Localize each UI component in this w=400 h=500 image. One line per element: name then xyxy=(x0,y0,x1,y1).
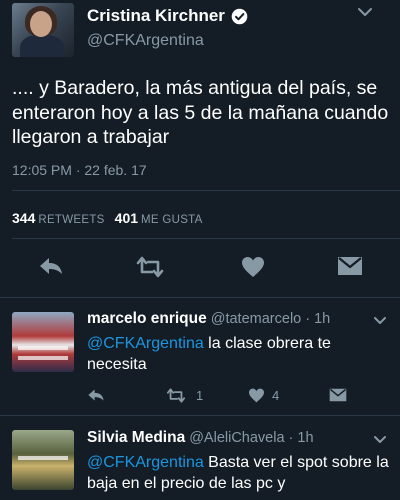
reply-author-handle[interactable]: @AleliChavela xyxy=(189,430,284,446)
author-handle[interactable]: @CFKArgentina xyxy=(87,32,204,50)
reply-author-handle[interactable]: @tatemarcelo xyxy=(211,311,301,327)
reply-author-name[interactable]: marcelo enrique xyxy=(87,310,207,327)
reply-icon[interactable] xyxy=(87,388,105,402)
chevron-down-icon[interactable] xyxy=(357,6,373,18)
main-tweet: Cristina Kirchner @CFKArgentina .... y B… xyxy=(0,0,400,297)
direct-message-icon[interactable] xyxy=(329,388,347,402)
chevron-down-icon[interactable] xyxy=(373,435,387,445)
retweets-label[interactable]: RETWEETS xyxy=(38,214,104,226)
tweet-stats: 344 RETWEETS 401 ME GUSTA xyxy=(12,210,203,226)
chevron-down-icon[interactable] xyxy=(373,316,387,326)
reply-like-count: 4 xyxy=(272,388,280,403)
heart-icon[interactable] xyxy=(241,256,265,278)
reply-tweet[interactable]: marcelo enrique @tatemarcelo · 1h @CFKArge… xyxy=(0,297,400,415)
reply-text: @CFKArgentina Basta ver el spot sobre la… xyxy=(87,452,392,494)
retweet-icon[interactable] xyxy=(135,256,165,278)
reply-time: · 1h xyxy=(305,311,331,327)
author-name[interactable]: Cristina Kirchner xyxy=(87,6,225,26)
direct-message-icon[interactable] xyxy=(337,256,363,276)
verified-badge-icon xyxy=(231,8,248,24)
heart-icon[interactable] xyxy=(248,388,265,403)
reply-author-name[interactable]: Silvia Medina xyxy=(87,429,185,446)
reply-tweet[interactable]: Silvia Medina @AleliChavela · 1h @CFKArgen… xyxy=(0,415,400,500)
author-avatar[interactable] xyxy=(12,3,74,57)
reply-text: @CFKArgentina la clase obrera te necesit… xyxy=(87,333,392,375)
author-name-row[interactable]: Cristina Kirchner xyxy=(87,6,248,26)
likes-label[interactable]: ME GUSTA xyxy=(141,214,203,226)
divider xyxy=(12,238,400,239)
retweet-icon[interactable] xyxy=(165,388,187,403)
reply-icon[interactable] xyxy=(38,256,64,276)
likes-count[interactable]: 401 xyxy=(115,210,138,226)
reply-avatar[interactable] xyxy=(12,312,74,372)
mention-link[interactable]: @CFKArgentina xyxy=(87,454,204,471)
avatar-body xyxy=(20,35,64,57)
reply-time: · 1h xyxy=(288,430,314,446)
reply-author-row[interactable]: Silvia Medina @AleliChavela · 1h xyxy=(87,429,314,447)
reply-author-row[interactable]: marcelo enrique @tatemarcelo · 1h xyxy=(87,310,330,328)
mention-link[interactable]: @CFKArgentina xyxy=(87,335,204,352)
tweet-timestamp: 12:05 PM · 22 feb. 17 xyxy=(12,162,147,178)
avatar-face xyxy=(30,11,52,37)
reply-avatar[interactable] xyxy=(12,430,74,490)
tweet-text: .... y Baradero, la más antigua del país… xyxy=(12,77,389,148)
divider xyxy=(12,190,400,191)
reply-retweet-count: 1 xyxy=(196,388,204,403)
retweets-count[interactable]: 344 xyxy=(12,210,35,226)
